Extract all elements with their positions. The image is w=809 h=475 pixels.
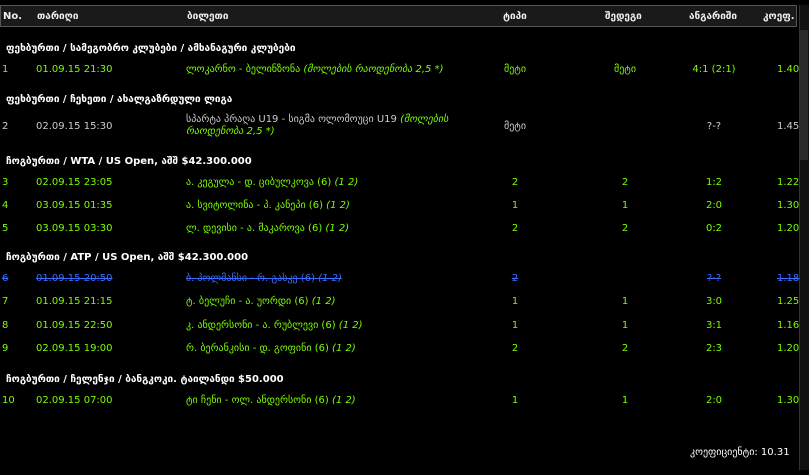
row-odds: 1.20 [777,343,800,354]
row-no: 2 [2,121,9,132]
row-match: ა. კეგულა - დ. ციბულკოვა (6) (1 2) [186,177,359,188]
row-score: 4:1 (2:1) [692,64,736,75]
row-score: 2:3 [705,343,723,354]
section-title: ჩოგბურთი / WTA / US Open, აშშ $42.300.00… [6,156,252,167]
row-match: ა. სვიტოლინა - პ. კანეპი (6) (1 2) [186,200,350,211]
section-title: ფეხბურთი / სამეგობრო კლუბები / ამხანაგურ… [6,43,296,54]
row-odds: 1.22 [777,177,800,188]
row-date: 03.09.15 03:30 [36,223,113,234]
row-type: 2 [511,177,519,188]
row-score: 1:2 [705,177,723,188]
col-score: ანგარიში [689,11,738,22]
row-no: 6 [2,273,9,284]
row-choice: 1 [621,200,629,211]
row-no: 10 [2,395,15,406]
row-date: 02.09.15 23:05 [36,177,113,188]
row-choice: 1 [621,296,629,307]
row-score: 3:0 [705,296,723,307]
section-title: ფეხბურთი / ჩეხეთი / ახალგაზრდული ლიგა [6,94,233,105]
row-choice: 2 [621,343,629,354]
row-match: რ. ბერანკისი - დ. გოფინი (6) (1 2) [186,343,356,354]
row-no: 8 [2,320,9,331]
row-date: 02.09.15 07:00 [36,395,113,406]
row-type: 1 [511,320,519,331]
row-match: ტი ჩენი - ოლ. ანდერსონი (6) (1 2) [186,395,356,406]
row-no: 4 [2,200,9,211]
row-date: 02.09.15 15:30 [36,121,113,132]
row-choice: 1 [621,320,629,331]
row-score: ?-? [706,121,722,132]
row-date: 02.09.15 19:00 [36,343,113,354]
row-type: 2 [511,273,519,284]
section-title: ჩოგბურთი / ჩელენჯი / ბანგკოკი. ტაილანდი … [6,374,284,385]
row-type: მეტი [503,121,527,132]
row-odds: 1.18 [777,273,800,284]
row-type: 1 [511,395,519,406]
row-match: ბ. პოლმანსი - რ. გასკე (6) (1 2) [186,273,342,284]
col-type: ტიპი [503,11,527,22]
row-match: ლოკარნო - ბელინზონა (მოლების რაოდენობა 2… [186,64,444,75]
row-type: მეტი [503,64,527,75]
row-score: ?-? [706,273,722,284]
row-score: 2:0 [705,200,723,211]
col-match: ბილეთი [187,11,229,22]
row-match: სპარტა პრაღა U19 - სიგმა ოლომოუცი U19 (მ… [186,114,449,137]
row-score: 3:1 [705,320,723,331]
row-odds: 1.25 [777,296,800,307]
row-odds: 1.16 [777,320,800,331]
scrollbar-thumb[interactable] [800,30,808,160]
row-no: 7 [2,296,9,307]
col-no: No. [3,11,23,22]
row-date: 01.09.15 22:50 [36,320,113,331]
row-odds: 1.40 [777,64,800,75]
row-match: კ. ანდერსონი - ა. რუბლევი (6) (1 2) [186,320,363,331]
row-choice: 2 [621,177,629,188]
row-match: ტ. ბელუჩი - ა. უორდი (6) (1 2) [186,296,336,307]
row-odds: 1.45 [777,121,800,132]
total-odds: კოეფიციენტი: 10.31 [690,447,790,458]
col-choice: შედეგი [605,11,642,22]
row-no: 9 [2,343,9,354]
row-date: 01.09.15 21:15 [36,296,113,307]
row-score: 0:2 [705,223,723,234]
row-date: 01.09.15 21:30 [36,64,113,75]
row-odds: 1.30 [777,395,800,406]
table-header: No. თარიღი ბილეთი ტიპი შედეგი ანგარიში კ… [0,5,797,27]
row-type: 1 [511,200,519,211]
row-choice: მეტი [613,64,637,75]
row-score: 2:0 [705,395,723,406]
col-odds: კოეფ. [763,11,795,22]
col-date: თარიღი [37,11,79,22]
row-match: ლ. დევისი - ა. მაკაროვა (6) (1 2) [186,223,350,234]
row-type: 1 [511,296,519,307]
row-choice: 1 [621,395,629,406]
row-odds: 1.30 [777,200,800,211]
row-no: 3 [2,177,9,188]
row-date: 03.09.15 01:35 [36,200,113,211]
section-title: ჩოგბურთი / ATP / US Open, აშშ $42.300.00… [6,252,249,263]
row-type: 2 [511,223,519,234]
row-date: 01.09.15 20:50 [36,273,113,284]
row-choice: 2 [621,223,629,234]
row-odds: 1.20 [777,223,800,234]
row-no: 1 [2,64,9,75]
row-no: 5 [2,223,9,234]
row-type: 2 [511,343,519,354]
